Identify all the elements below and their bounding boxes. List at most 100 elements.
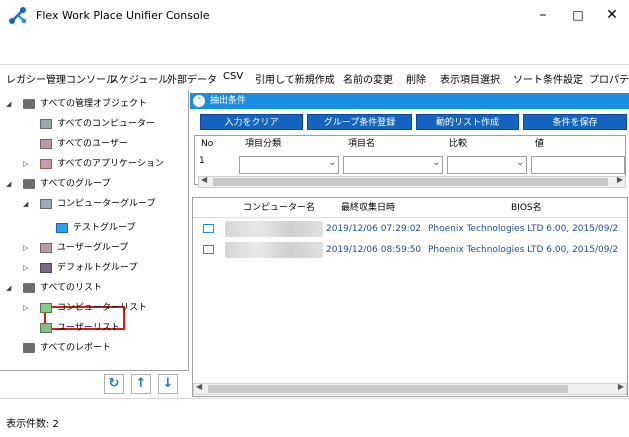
tree-item-label: コンピューターグループ bbox=[57, 199, 156, 209]
scroll-left-icon[interactable]: ◀ bbox=[201, 175, 207, 184]
tree-item-all-computers[interactable]: すべてのコンピューター bbox=[40, 114, 155, 134]
filter-header[interactable]: ⌃ 抽出条件 bbox=[190, 93, 629, 109]
save-condition-button[interactable]: 条件を保存 bbox=[523, 114, 627, 130]
menu-legacy-console[interactable]: レガシー管理コンソール bbox=[6, 71, 116, 86]
expanded-arrow-icon[interactable]: ◢ bbox=[6, 174, 11, 194]
application-icon bbox=[40, 158, 52, 169]
chevron-down-icon: ⌄ bbox=[516, 158, 524, 168]
tree-item-label: ユーザーグループ bbox=[57, 243, 129, 253]
computer-group-icon bbox=[40, 198, 52, 209]
menu-external-data[interactable]: 外部データ bbox=[167, 71, 217, 86]
column-header-value: 値 bbox=[535, 139, 545, 149]
scroll-thumb[interactable] bbox=[213, 178, 608, 186]
category-select[interactable]: ⌄ bbox=[239, 156, 339, 174]
scroll-thumb[interactable] bbox=[208, 385, 568, 393]
clear-input-button[interactable]: 入力をクリア bbox=[200, 114, 303, 130]
main-panel: ⌃ 抽出条件 入力をクリア グループ条件登録 動的リスト作成 条件を保存 No … bbox=[190, 93, 629, 398]
tree-item-all-users[interactable]: すべてのユーザー bbox=[40, 134, 128, 154]
filter-header-label: 抽出条件 bbox=[210, 96, 247, 106]
results-grid: コンピューター名 最終収集日時 BIOS名 2019/12/06 07:29:0… bbox=[192, 197, 628, 397]
menu-display-items[interactable]: 表示項目選択 bbox=[440, 71, 500, 86]
result-count: 表示件数: 2 bbox=[6, 419, 59, 430]
value-input[interactable] bbox=[531, 156, 625, 174]
refresh-button[interactable]: ↻ bbox=[104, 374, 124, 394]
column-header-last-collected: 最終収集日時 bbox=[341, 203, 396, 213]
tree-item-all-reports[interactable]: すべてのレポート bbox=[23, 338, 111, 358]
title-bar: Flex Work Place Unifier Console – □ ✕ bbox=[0, 0, 629, 32]
maximize-button[interactable]: □ bbox=[561, 0, 595, 30]
scroll-left-icon[interactable]: ◀ bbox=[196, 382, 202, 391]
tree-item-label: すべてのアプリケーション bbox=[57, 159, 164, 169]
computer-group-icon bbox=[56, 222, 68, 233]
computer-icon bbox=[40, 118, 52, 129]
menu-sort-settings[interactable]: ソート条件設定 bbox=[513, 71, 583, 86]
computer-icon bbox=[203, 224, 214, 233]
bios-name-cell: Phoenix Technologies LTD 6.00, 2015/09/2 bbox=[428, 245, 619, 255]
chevron-down-icon: ⌄ bbox=[432, 158, 440, 168]
tree-item-test-group[interactable]: テストグループ bbox=[56, 218, 135, 238]
computer-name-cell bbox=[225, 221, 323, 237]
tree-item-label: ユーザーリスト bbox=[57, 323, 120, 333]
computer-icon bbox=[203, 245, 214, 254]
tree-toolbar: ↻ ↑ ↓ bbox=[0, 371, 189, 398]
expanded-arrow-icon[interactable]: ◢ bbox=[6, 94, 11, 114]
tree-item-label: すべてのユーザー bbox=[57, 139, 128, 149]
tree-panel: ◢ すべての管理オブジェクト すべてのコンピューター すべてのユーザー ▷ すべ… bbox=[0, 90, 189, 371]
collapse-icon[interactable]: ⌃ bbox=[193, 95, 205, 107]
user-icon bbox=[40, 138, 52, 149]
expanded-arrow-icon[interactable]: ◢ bbox=[6, 278, 11, 298]
register-group-condition-button[interactable]: グループ条件登録 bbox=[307, 114, 412, 130]
menu-properties[interactable]: プロパティ bbox=[589, 71, 629, 86]
menu-copy-new[interactable]: 引用して新規作成 bbox=[255, 71, 335, 86]
bios-name-cell: Phoenix Technologies LTD 6.00, 2015/09/2 bbox=[428, 224, 619, 234]
tree-item-label: すべてのレポート bbox=[40, 343, 112, 353]
collapsed-arrow-icon[interactable]: ▷ bbox=[23, 238, 28, 258]
collapsed-arrow-icon[interactable]: ▷ bbox=[23, 298, 28, 318]
default-group-icon bbox=[40, 262, 52, 273]
header-divider bbox=[193, 217, 627, 218]
tree-item-label: すべての管理オブジェクト bbox=[40, 99, 148, 109]
close-button[interactable]: ✕ bbox=[595, 0, 629, 30]
collapsed-arrow-icon[interactable]: ▷ bbox=[23, 258, 28, 278]
menu-csv[interactable]: CSV bbox=[223, 71, 243, 82]
row-number: 1 bbox=[199, 156, 205, 166]
folder-icon bbox=[23, 342, 35, 353]
criteria-scrollbar[interactable]: ◀ ▶ bbox=[198, 175, 626, 188]
compare-select[interactable]: ⌄ bbox=[447, 156, 527, 174]
create-dynamic-list-button[interactable]: 動的リスト作成 bbox=[416, 114, 519, 130]
folder-icon bbox=[23, 282, 35, 293]
expanded-arrow-icon[interactable]: ◢ bbox=[23, 194, 28, 214]
last-collected-cell: 2019/12/06 08:59:50 bbox=[326, 245, 422, 255]
computer-name-cell bbox=[225, 242, 323, 258]
table-row[interactable]: 2019/12/06 07:29:02 Phoenix Technologies… bbox=[193, 220, 627, 238]
scroll-right-icon[interactable]: ▶ bbox=[618, 382, 624, 391]
computer-list-icon bbox=[40, 302, 52, 313]
table-row[interactable]: 2019/12/06 08:59:50 Phoenix Technologies… bbox=[193, 241, 627, 259]
tree-item-label: テストグループ bbox=[73, 223, 136, 233]
user-group-icon bbox=[40, 242, 52, 253]
chevron-down-icon: ⌄ bbox=[328, 158, 336, 168]
minimize-button[interactable]: – bbox=[526, 0, 560, 30]
user-list-icon bbox=[40, 322, 52, 333]
tree-item-label: すべてのリスト bbox=[40, 283, 103, 293]
collapsed-arrow-icon[interactable]: ▷ bbox=[23, 154, 28, 174]
move-down-button[interactable]: ↓ bbox=[158, 374, 178, 394]
menu-delete[interactable]: 削除 bbox=[406, 71, 426, 86]
results-scrollbar[interactable]: ◀ ▶ bbox=[193, 382, 627, 395]
item-name-select[interactable]: ⌄ bbox=[343, 156, 443, 174]
menu-rename[interactable]: 名前の変更 bbox=[343, 71, 393, 86]
column-header-bios-name: BIOS名 bbox=[511, 203, 542, 213]
folder-icon bbox=[23, 178, 35, 189]
window-title: Flex Work Place Unifier Console bbox=[36, 9, 210, 22]
last-collected-cell: 2019/12/06 07:29:02 bbox=[326, 224, 422, 234]
move-up-button[interactable]: ↑ bbox=[131, 374, 151, 394]
status-bar: 表示件数: 2 bbox=[0, 398, 629, 437]
app-logo-icon bbox=[9, 7, 27, 24]
scroll-right-icon[interactable]: ▶ bbox=[617, 175, 623, 184]
tree-item-label: デフォルトグループ bbox=[57, 263, 138, 273]
folder-icon bbox=[23, 98, 35, 109]
tree-item-user-list[interactable]: ユーザーリスト bbox=[40, 318, 120, 338]
menu-bar: レガシー管理コンソール スケジュール 外部データ CSV 引用して新規作成 名前… bbox=[0, 64, 629, 88]
menu-schedule[interactable]: スケジュール bbox=[109, 71, 168, 86]
column-header-item-name: 項目名 bbox=[348, 139, 376, 149]
